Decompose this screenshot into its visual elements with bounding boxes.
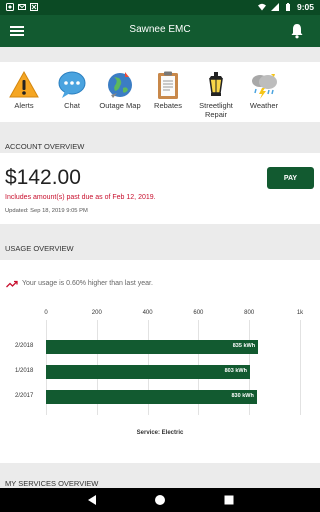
x-tick-label: 0: [44, 310, 48, 316]
bar-value-label: 830 kWh: [231, 393, 254, 399]
globe-icon: [108, 72, 132, 98]
status-time: 9:05: [296, 2, 314, 12]
category-label: 1/2018: [15, 368, 34, 374]
usage-bar[interactable]: 803 kWh: [46, 365, 250, 379]
streetlight-repair-label: Streetlight Repair: [199, 101, 233, 119]
weather-button[interactable]: Weather: [239, 70, 289, 110]
usage-bar[interactable]: 835 kWh: [46, 340, 259, 354]
x-tick-label: 1k: [296, 310, 304, 316]
account-balance: $142.00: [5, 166, 81, 189]
clipboard-icon: [158, 71, 178, 99]
x-tick-label: 800: [244, 310, 255, 316]
app-title: Sawnee EMC: [129, 24, 191, 35]
updated-timestamp: Updated: Sep 18, 2019 9:05 PM: [5, 208, 88, 214]
alerts-button[interactable]: Alerts: [0, 70, 49, 110]
rebates-label: Rebates: [154, 101, 182, 110]
weather-label: Weather: [249, 101, 279, 110]
gmail-icon: [18, 4, 26, 10]
usage-overview-header: USAGE OVERVIEW: [5, 244, 74, 253]
x-tick-label: 200: [91, 310, 102, 316]
alert-icon: [9, 70, 39, 98]
system-nav-bar: [0, 488, 320, 512]
pay-button[interactable]: PAY: [267, 167, 314, 189]
chart-gridline: [300, 320, 301, 415]
bell-icon[interactable]: [290, 23, 304, 39]
home-icon[interactable]: [154, 494, 166, 506]
app-notification-icon: [30, 3, 38, 11]
lantern-icon: [209, 72, 223, 96]
account-overview-header: ACCOUNT OVERVIEW: [5, 142, 85, 151]
wifi-icon: [257, 3, 266, 11]
x-tick-label: 600: [193, 310, 204, 316]
usage-bar[interactable]: 830 kWh: [46, 390, 257, 404]
usage-comparison-note: Your usage is 0.60% higher than last yea…: [22, 280, 153, 287]
chat-button[interactable]: Chat: [47, 70, 97, 110]
streetlight-repair-button[interactable]: Streetlight Repair: [191, 70, 241, 119]
app-bar: Sawnee EMC: [0, 15, 320, 47]
notification-icon: [6, 3, 14, 11]
rebates-button[interactable]: Rebates: [143, 70, 193, 110]
battery-icon: [285, 3, 290, 11]
chart-caption: Service: Electric: [136, 430, 184, 436]
quick-actions-bar: Alerts Chat Outage Map Rebates Streetlig…: [0, 62, 320, 122]
category-label: 2/2018: [15, 343, 34, 349]
x-tick-label: 400: [142, 310, 153, 316]
alerts-label: Alerts: [14, 101, 34, 110]
chat-label: Chat: [64, 101, 80, 110]
recents-icon[interactable]: [223, 494, 235, 506]
status-bar: 9:05: [0, 0, 320, 15]
past-due-notice: Includes amount(s) past due as of Feb 12…: [5, 194, 156, 201]
outage-map-button[interactable]: Outage Map: [95, 70, 145, 110]
chat-icon: [58, 71, 86, 98]
trending-up-icon: [6, 280, 18, 288]
bar-value-label: 835 kWh: [232, 343, 256, 349]
back-icon[interactable]: [86, 494, 98, 506]
weather-icon: [252, 74, 277, 99]
services-overview-header: MY SERVICES OVERVIEW: [5, 479, 99, 488]
signal-icon: [270, 3, 279, 11]
category-label: 2/2017: [15, 393, 34, 399]
bar-value-label: 803 kWh: [224, 368, 247, 374]
outage-map-label: Outage Map: [99, 101, 141, 110]
